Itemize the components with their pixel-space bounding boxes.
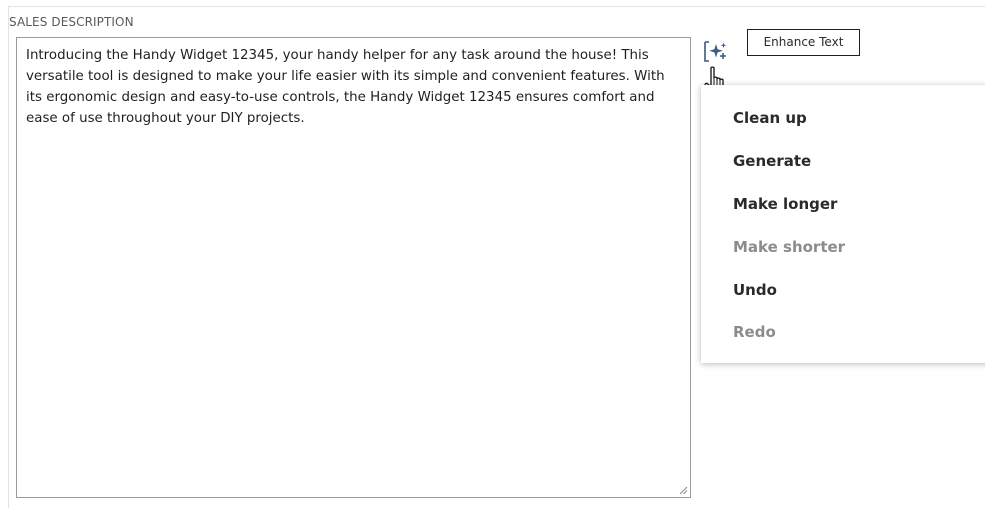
panel-border-left — [8, 6, 9, 508]
sparkle-edit-icon[interactable] — [703, 40, 729, 64]
menu-item-clean-up[interactable]: Clean up — [733, 108, 807, 128]
textarea-content[interactable]: Introducing the Handy Widget 12345, your… — [26, 45, 666, 129]
panel-border-top — [8, 6, 985, 7]
enhance-text-tooltip: Enhance Text — [747, 29, 860, 56]
field-label: SALES DESCRIPTION — [9, 15, 134, 29]
menu-item-undo[interactable]: Undo — [733, 280, 777, 300]
resize-grip-icon[interactable] — [678, 485, 688, 495]
menu-item-generate[interactable]: Generate — [733, 151, 811, 171]
sales-description-textarea[interactable]: Introducing the Handy Widget 12345, your… — [16, 37, 691, 498]
menu-item-make-shorter[interactable]: Make shorter — [733, 237, 845, 257]
menu-item-make-longer[interactable]: Make longer — [733, 194, 837, 214]
enhance-text-menu: Clean up Generate Make longer Make short… — [701, 85, 985, 363]
menu-item-redo[interactable]: Redo — [733, 322, 776, 342]
sales-description-panel: SALES DESCRIPTION Introducing the Handy … — [0, 0, 985, 508]
